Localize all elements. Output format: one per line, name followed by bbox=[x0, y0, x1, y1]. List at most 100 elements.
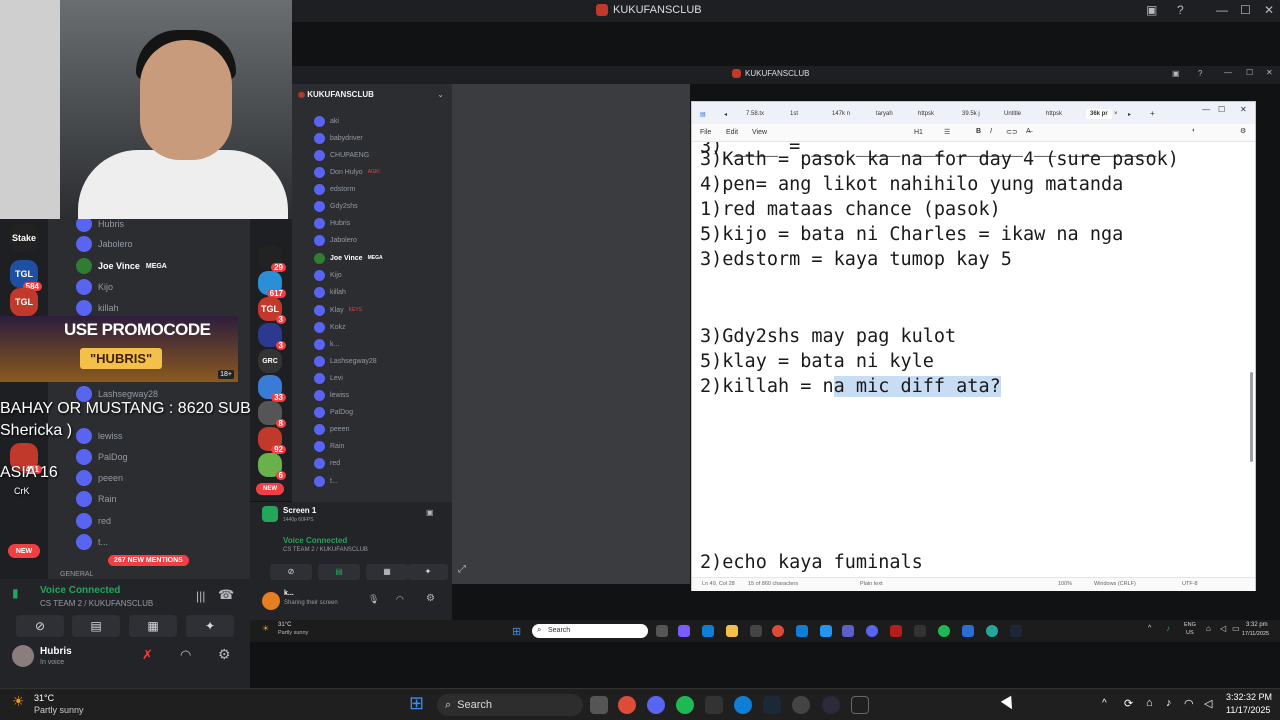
microphone-icon[interactable]: 🎙︎ bbox=[368, 594, 379, 605]
show-hidden-icon[interactable]: ^ bbox=[1148, 625, 1151, 632]
list-item[interactable]: Rain bbox=[76, 489, 117, 509]
voice-status[interactable]: Voice Connected bbox=[283, 536, 347, 545]
app-icon[interactable] bbox=[822, 696, 840, 714]
maximize-button[interactable]: ☐ bbox=[1218, 105, 1225, 114]
clear-format-icon[interactable]: A̶ bbox=[1026, 128, 1031, 135]
notepad-icon[interactable] bbox=[962, 625, 974, 637]
mail-icon[interactable] bbox=[796, 625, 808, 637]
spotify-icon[interactable] bbox=[676, 696, 694, 714]
list-item[interactable]: k... bbox=[314, 336, 339, 352]
list-item[interactable]: Don Hulyo AGKI bbox=[314, 164, 380, 180]
minimize-button[interactable]: — bbox=[1216, 3, 1228, 17]
close-button[interactable]: ✕ bbox=[1266, 68, 1273, 77]
new-tab-button[interactable]: + bbox=[1150, 109, 1155, 118]
weather-desc[interactable]: Partly sunny bbox=[34, 705, 84, 715]
list-item[interactable]: Kijo bbox=[76, 277, 113, 297]
notepad-tab[interactable]: taryah bbox=[876, 111, 893, 117]
headphones-icon[interactable]: ◠ bbox=[180, 647, 191, 663]
list-item[interactable]: Joe Vince MEGA bbox=[76, 256, 167, 276]
minimize-button[interactable]: — bbox=[1224, 68, 1232, 77]
menu-view[interactable]: View bbox=[752, 129, 767, 136]
taskbar-search[interactable]: Search bbox=[532, 624, 648, 638]
list-item[interactable]: lewiss bbox=[314, 387, 349, 403]
server-stake-icon[interactable]: Stake bbox=[10, 224, 38, 252]
discord-icon[interactable] bbox=[647, 696, 665, 714]
server-tgl-icon[interactable]: TGL 584 bbox=[10, 260, 42, 291]
activities-button[interactable]: ▦ bbox=[129, 615, 177, 637]
close-button[interactable]: ✕ bbox=[1264, 3, 1274, 17]
list-icon[interactable]: ☰ bbox=[944, 128, 950, 136]
show-hidden-icon[interactable]: ^ bbox=[1102, 698, 1107, 709]
inbox-icon[interactable]: ▣ bbox=[1146, 3, 1157, 17]
list-item[interactable]: PalDog bbox=[76, 447, 128, 467]
steam-icon[interactable] bbox=[1010, 625, 1022, 637]
chrome-icon[interactable] bbox=[772, 625, 784, 637]
store-icon[interactable] bbox=[750, 625, 762, 637]
popout-icon[interactable]: ▣ bbox=[426, 508, 434, 517]
avatar[interactable] bbox=[262, 592, 280, 610]
taskbar-search[interactable]: ⌕ Search bbox=[437, 694, 583, 716]
activities-button[interactable]: ▦ bbox=[366, 564, 408, 580]
maximize-button[interactable]: ☐ bbox=[1240, 3, 1251, 17]
screen-label[interactable]: Screen 1 bbox=[283, 506, 316, 515]
server-icon[interactable]: 6 bbox=[258, 453, 286, 480]
mute-icon[interactable]: ✗ bbox=[142, 647, 153, 663]
list-item[interactable]: Rain bbox=[314, 438, 344, 454]
list-item[interactable]: babydriver bbox=[314, 130, 363, 146]
bold-icon[interactable]: B bbox=[976, 128, 981, 135]
server-icon[interactable]: 33 bbox=[258, 375, 286, 402]
chevron-down-icon[interactable]: ⌄ bbox=[437, 90, 444, 99]
list-item[interactable]: red bbox=[76, 511, 111, 531]
list-item[interactable]: killah bbox=[314, 284, 346, 300]
app-icon[interactable] bbox=[820, 625, 832, 637]
app-icon[interactable] bbox=[734, 696, 752, 714]
list-item[interactable]: killah bbox=[76, 298, 119, 318]
teams-icon[interactable] bbox=[842, 625, 854, 637]
server-icon[interactable]: 8 bbox=[258, 401, 286, 428]
list-item[interactable]: t... bbox=[314, 473, 338, 489]
weather-temp[interactable]: 31°C bbox=[34, 693, 54, 703]
list-item[interactable]: Jabolero bbox=[76, 234, 133, 254]
battery-icon[interactable]: ▭ bbox=[1232, 624, 1240, 633]
app-icon[interactable] bbox=[705, 696, 723, 714]
headphones-icon[interactable]: ◠ bbox=[396, 594, 404, 605]
sync-icon[interactable]: ⟳ bbox=[1124, 697, 1133, 710]
volume-icon[interactable]: ◁ bbox=[1204, 697, 1212, 710]
list-item[interactable]: t... bbox=[76, 532, 108, 552]
volume-icon[interactable]: ◁ bbox=[1220, 624, 1226, 633]
discord-icon[interactable] bbox=[866, 625, 878, 637]
list-item[interactable]: PalDog bbox=[314, 404, 353, 420]
windows-start-icon[interactable]: ⊞ bbox=[512, 625, 521, 638]
list-item[interactable]: edstorm bbox=[314, 181, 355, 197]
list-item[interactable]: aki bbox=[314, 113, 339, 129]
camera-off-button[interactable]: ⊘ bbox=[270, 564, 312, 580]
voice-status[interactable]: Voice Connected bbox=[40, 585, 120, 596]
app-icon[interactable] bbox=[851, 696, 869, 714]
notepad-text-area[interactable]: 3) ____ = ___ ____ ___ ______ __ _______… bbox=[700, 142, 1248, 577]
list-item[interactable]: peeen bbox=[314, 421, 349, 437]
server-icon[interactable]: 3 bbox=[258, 323, 286, 350]
notepad-tab[interactable]: 147k n bbox=[832, 111, 850, 117]
task-view-icon[interactable] bbox=[590, 696, 608, 714]
list-item[interactable]: lewiss bbox=[76, 426, 123, 446]
tab-scroll-left[interactable]: ◂ bbox=[724, 111, 727, 118]
server-icon[interactable]: 92 bbox=[258, 427, 286, 454]
tab-scroll-right[interactable]: ▸ bbox=[1128, 111, 1131, 118]
gear-icon[interactable]: ⚙ bbox=[1240, 127, 1246, 135]
voice-channel[interactable]: CS TEAM 2 / KUKUFANSCLUB bbox=[283, 547, 368, 553]
microphone-icon[interactable]: ♪ bbox=[1166, 697, 1172, 709]
task-view-icon[interactable] bbox=[656, 625, 668, 637]
list-item[interactable]: Jabolero bbox=[314, 232, 357, 248]
list-item[interactable]: Joe Vince MEGA bbox=[314, 250, 383, 266]
italic-icon[interactable]: I bbox=[990, 128, 992, 135]
voice-channel[interactable]: CS TEAM 2 / KUKUFANSCLUB bbox=[40, 599, 153, 608]
notepad-tab[interactable]: httpsk bbox=[918, 111, 934, 117]
soundboard-button[interactable]: ✦ bbox=[186, 615, 234, 637]
avatar[interactable] bbox=[12, 645, 34, 667]
list-item[interactable]: Kijo bbox=[314, 267, 342, 283]
app-icon[interactable] bbox=[792, 696, 810, 714]
help-icon[interactable]: ? bbox=[1198, 69, 1202, 78]
gear-icon[interactable]: ⚙ bbox=[426, 593, 435, 604]
close-button[interactable]: ✕ bbox=[1240, 105, 1247, 114]
minimize-button[interactable]: — bbox=[1202, 105, 1210, 114]
